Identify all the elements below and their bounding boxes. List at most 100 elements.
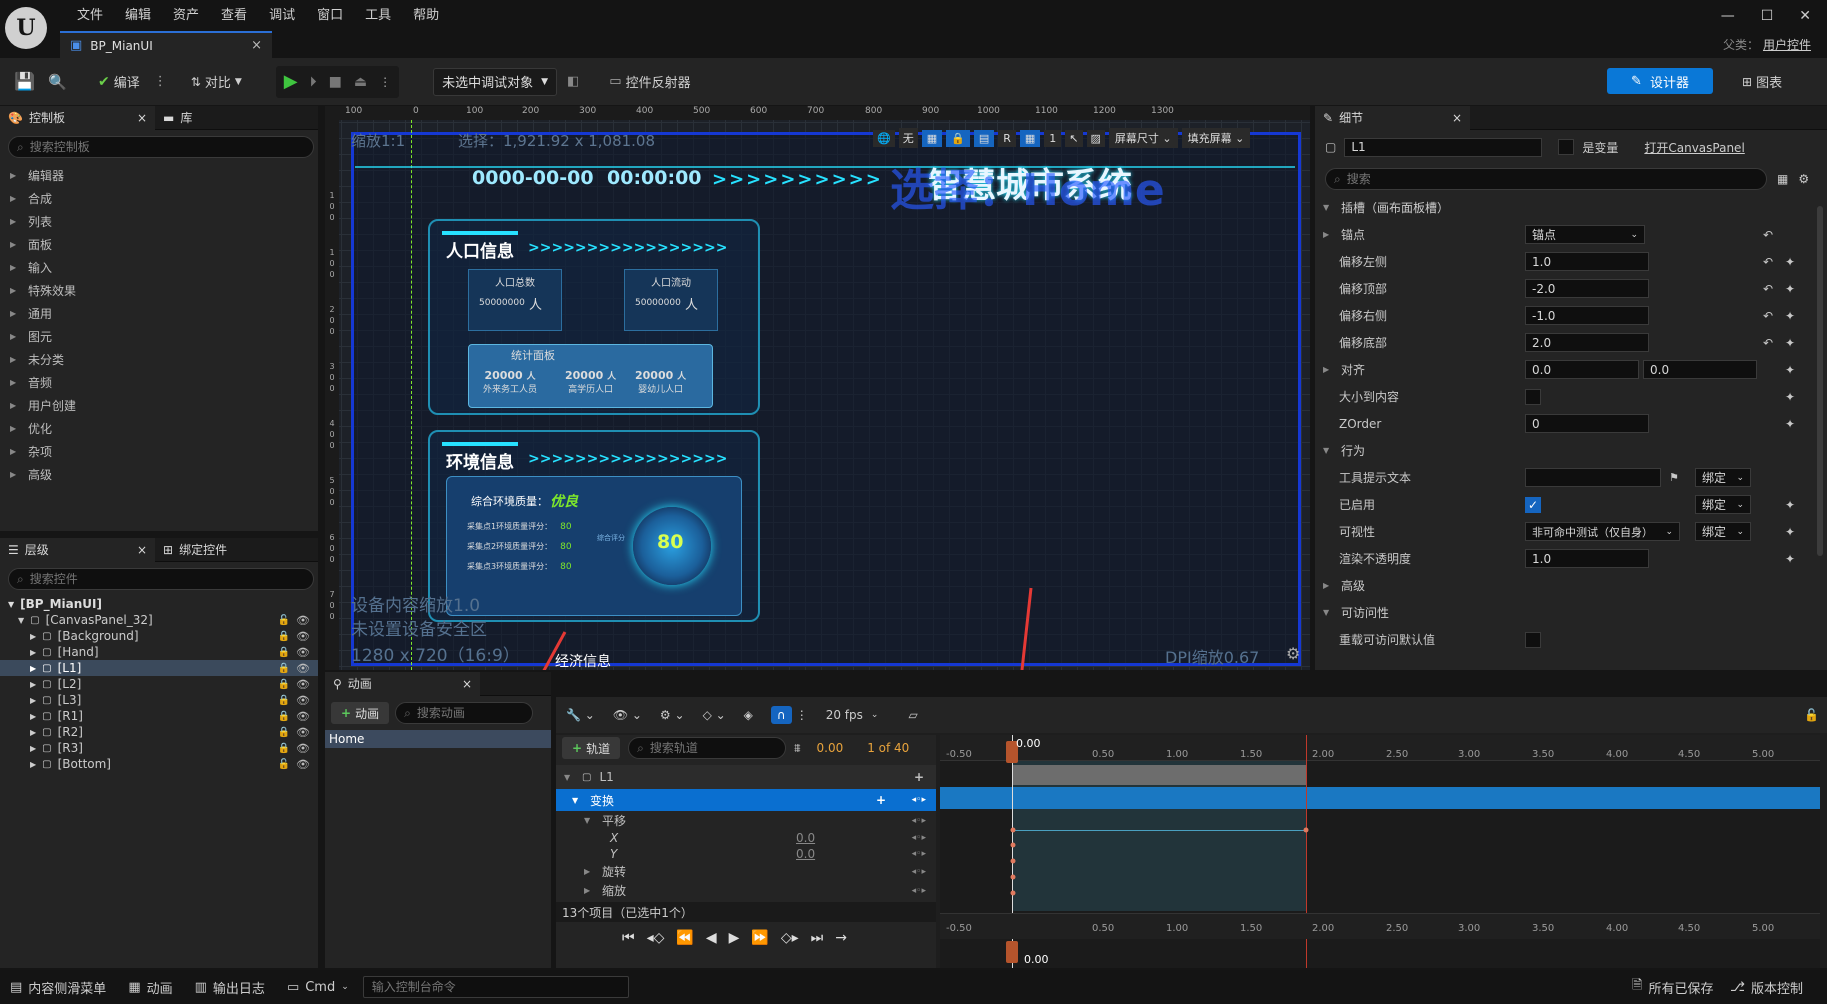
reset-icon[interactable]: ↶ <box>1763 282 1773 296</box>
keyframe-icon[interactable]: ✦ <box>1785 363 1795 377</box>
settings-icon[interactable]: ⚙ <box>1798 172 1809 186</box>
add-icon[interactable]: + <box>876 793 886 807</box>
lock-icon[interactable]: 🔒 <box>278 727 290 738</box>
eye-icon[interactable]: 👁 <box>296 614 310 627</box>
eye-icon[interactable]: 👁 <box>296 742 310 755</box>
track-x-value[interactable]: 0.0 <box>796 831 815 845</box>
keyframe-icon[interactable]: ✦ <box>1785 525 1795 539</box>
track-l1[interactable]: ▼ ▢ L1 + <box>556 765 936 789</box>
tree-item[interactable]: ▶ ▢ [L3] 🔒 👁 <box>0 692 318 708</box>
keyframe-icon[interactable]: ✦ <box>1785 255 1795 269</box>
tab-hierarchy[interactable]: ☰ 层级 × <box>0 537 155 562</box>
magnet-icon[interactable]: ∩ <box>770 706 792 724</box>
lock-icon[interactable]: 🔒 <box>278 711 290 722</box>
prev-key-icon[interactable]: ◂◇ <box>647 930 665 946</box>
bind-dropdown[interactable]: 绑定 ⌄ <box>1695 495 1751 514</box>
track-scale[interactable]: ▶ 缩放 ◂◦▸ <box>556 881 936 900</box>
eye-icon[interactable]: 👁 <box>296 758 310 771</box>
keyframe-icon[interactable]: ✦ <box>1785 390 1795 404</box>
expand-icon[interactable]: ▶ <box>30 680 36 689</box>
palette-category[interactable]: ▶ 面板 <box>0 233 318 256</box>
offset-left-field[interactable]: 1.0 <box>1525 252 1649 271</box>
menu-view[interactable]: 查看 <box>210 4 258 23</box>
section-behavior[interactable]: ▼ 行为 <box>1315 437 1805 464</box>
fps-select[interactable]: 20 fps ⌄ <box>826 708 879 722</box>
eye-icon[interactable]: 👁 <box>296 678 310 691</box>
save-icon[interactable]: 💾 <box>14 72 40 92</box>
close-icon[interactable]: × <box>1452 111 1462 125</box>
expand-icon[interactable]: ▶ <box>1323 230 1333 239</box>
palette-category[interactable]: ▶ 通用 <box>0 302 318 325</box>
designer-viewport[interactable]: 100 0 100 200 300 400 500 600 700 800 90… <box>325 106 1310 670</box>
menu-file[interactable]: 文件 <box>66 4 114 23</box>
jump-start-icon[interactable]: ⏮ <box>622 930 635 946</box>
track-search[interactable]: ⌕ <box>628 737 787 759</box>
flag-icon[interactable]: ⚑ <box>1669 471 1679 484</box>
collapse-icon[interactable]: ▼ <box>18 616 24 625</box>
keyframe-icon[interactable]: ✦ <box>1785 498 1795 512</box>
palette-search-input[interactable] <box>29 140 305 154</box>
palette-category[interactable]: ▶ 杂项 <box>0 440 318 463</box>
close-icon[interactable]: × <box>251 38 262 53</box>
expand-icon[interactable]: ▶ <box>30 712 36 721</box>
animation-search-input[interactable] <box>416 706 525 720</box>
lock-icon[interactable]: 🔓 <box>1804 708 1819 722</box>
details-scrollbar[interactable] <box>1817 206 1823 556</box>
widget-reflector-button[interactable]: ▭ 控件反射器 <box>609 72 690 91</box>
view-options-icon[interactable]: 👁 ⌄ <box>613 708 642 722</box>
bind-dropdown[interactable]: 绑定 ⌄ <box>1695 468 1751 487</box>
tree-item[interactable]: ▶ ▢ [R3] 🔒 👁 <box>0 740 318 756</box>
expand-icon[interactable]: ▶ <box>30 696 36 705</box>
add-animation-button[interactable]: + 动画 <box>331 702 390 724</box>
zorder-field[interactable]: 0 <box>1525 414 1649 433</box>
stop-icon[interactable]: ■ <box>329 74 342 90</box>
palette-category[interactable]: ▶ 编辑器 <box>0 164 318 187</box>
menu-asset[interactable]: 资产 <box>162 4 210 23</box>
parent-link[interactable]: 用户控件 <box>1763 36 1811 53</box>
jump-end-icon[interactable]: ⏭ <box>811 930 824 946</box>
close-icon[interactable]: × <box>462 677 472 691</box>
palette-category[interactable]: ▶ 列表 <box>0 210 318 233</box>
reset-icon[interactable]: ↶ <box>1763 309 1773 323</box>
offset-bottom-field[interactable]: 2.0 <box>1525 333 1649 352</box>
tab-animation[interactable]: ⚲ 动画 × <box>325 671 480 696</box>
browse-icon[interactable]: 🔍 <box>48 73 88 91</box>
palette-category[interactable]: ▶ 用户创建 <box>0 394 318 417</box>
keyframe-icon[interactable]: ✦ <box>1785 417 1795 431</box>
reset-icon[interactable]: ↶ <box>1763 228 1773 242</box>
bind-dropdown[interactable]: 绑定 ⌄ <box>1695 522 1751 541</box>
tooltip-field[interactable] <box>1525 468 1661 487</box>
keyframe-icon[interactable]: ✦ <box>1785 309 1795 323</box>
tree-item[interactable]: ▶ ▢ [Bottom] 🔓 👁 <box>0 756 318 772</box>
expand-icon[interactable]: ▶ <box>30 728 36 737</box>
menu-edit[interactable]: 编辑 <box>114 4 162 23</box>
offset-top-field[interactable]: -2.0 <box>1525 279 1649 298</box>
play-icon[interactable]: ▶ <box>729 930 740 946</box>
eye-icon[interactable]: 👁 <box>296 662 310 675</box>
alignment-y-field[interactable]: 0.0 <box>1643 360 1757 379</box>
tab-palette[interactable]: 🎨 控制板 × <box>0 105 155 130</box>
key-nav-icon[interactable]: ◂◦▸ <box>912 816 926 826</box>
step-icon[interactable]: ⏵ <box>310 74 317 90</box>
close-icon[interactable]: × <box>137 111 147 125</box>
eject-icon[interactable]: ⏏ <box>354 74 367 90</box>
lock-icon[interactable]: 🔓 <box>278 615 290 626</box>
expand-icon[interactable]: ▶ <box>1323 581 1333 590</box>
palette-category[interactable]: ▶ 合成 <box>0 187 318 210</box>
minimize-icon[interactable]: — <box>1721 8 1735 24</box>
close-icon[interactable]: × <box>137 543 147 557</box>
console-input[interactable] <box>362 976 629 998</box>
enabled-checkbox[interactable]: ✓ <box>1525 496 1541 513</box>
prop-advanced[interactable]: ▶ 高级 <box>1315 572 1805 599</box>
eye-icon[interactable]: 👁 <box>296 694 310 707</box>
lock-icon[interactable]: 🔒 <box>278 663 290 674</box>
step-forward-icon[interactable]: ⏩ <box>751 930 768 946</box>
track-rotate[interactable]: ▶ 旋转 ◂◦▸ <box>556 862 936 881</box>
opacity-field[interactable]: 1.0 <box>1525 549 1649 568</box>
track-y-value[interactable]: 0.0 <box>796 847 815 861</box>
key-nav-icon[interactable]: ◂◦▸ <box>912 795 926 805</box>
palette-category[interactable]: ▶ 图元 <box>0 325 318 348</box>
open-canvas-link[interactable]: 打开CanvasPanel <box>1644 139 1744 156</box>
visibility-dropdown[interactable]: 非可命中测试（仅自身） ⌄ <box>1525 522 1680 541</box>
details-search[interactable]: ⌕ <box>1325 168 1767 190</box>
